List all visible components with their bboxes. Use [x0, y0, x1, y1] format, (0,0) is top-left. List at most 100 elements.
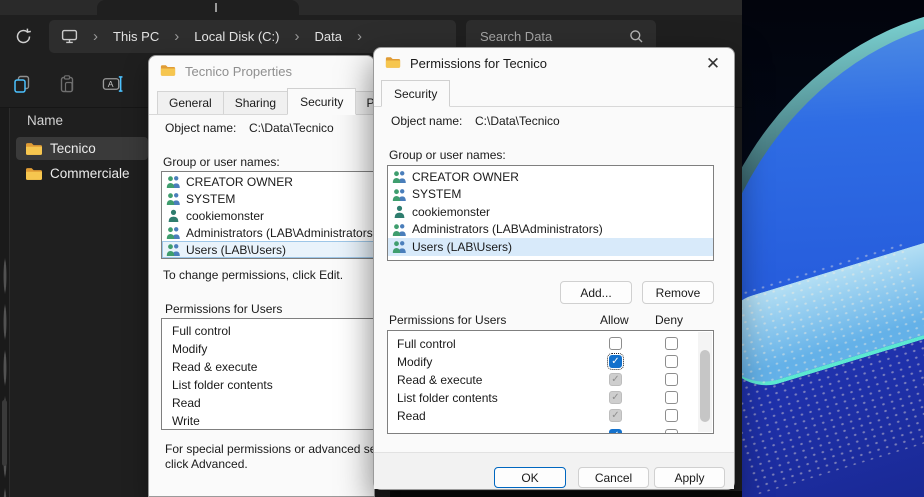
allow-checkbox[interactable]: [609, 391, 622, 404]
allow-checkbox[interactable]: [609, 355, 622, 368]
permission-row-modify[interactable]: Modify: [388, 353, 697, 371]
permissions-dialog-title: Permissions for Tecnico: [410, 56, 547, 71]
folder-row-commerciale[interactable]: Commerciale: [16, 162, 148, 185]
group-icon: [166, 175, 181, 188]
properties-permissions-list[interactable]: Full control Modify Read & execute List …: [161, 318, 375, 430]
group-icon: [392, 188, 407, 201]
user-row-system[interactable]: SYSTEM: [388, 186, 713, 204]
folder-label: Commerciale: [50, 166, 130, 181]
breadcrumb-chevron[interactable]: ›: [294, 29, 299, 44]
tab-security[interactable]: Security: [381, 80, 450, 107]
properties-title-bar[interactable]: Tecnico Properties: [149, 56, 374, 86]
scrollbar-thumb[interactable]: [700, 350, 710, 422]
permission-item[interactable]: Modify: [162, 340, 375, 358]
taskbar-edge: [390, 491, 742, 497]
user-row-cookiemonster[interactable]: cookiemonster: [388, 203, 713, 221]
deny-checkbox[interactable]: [665, 337, 678, 350]
column-header-name[interactable]: Name: [27, 113, 63, 128]
apply-button[interactable]: Apply: [654, 467, 725, 488]
breadcrumb-chevron[interactable]: ›: [93, 29, 98, 44]
group-user-names-label: Group or user names:: [389, 148, 506, 162]
rename-button[interactable]: A: [102, 73, 124, 95]
permission-item[interactable]: Read & execute: [162, 358, 375, 376]
user-row-users-selected[interactable]: Users (LAB\Users): [388, 238, 713, 256]
close-icon[interactable]: ✕: [700, 53, 726, 75]
breadcrumb-chevron[interactable]: ›: [357, 29, 362, 44]
refresh-button[interactable]: [11, 24, 35, 48]
copy-icon: [12, 74, 32, 94]
folder-label: Tecnico: [50, 141, 96, 156]
deny-checkbox[interactable]: [665, 409, 678, 422]
user-row-creator-owner[interactable]: CREATOR OWNER: [162, 173, 375, 190]
allow-checkbox[interactable]: [609, 429, 622, 434]
explorer-tab-strip: [0, 0, 742, 15]
remove-button[interactable]: Remove: [642, 281, 714, 304]
folder-icon: [25, 142, 43, 156]
allow-checkbox[interactable]: [609, 409, 622, 422]
cancel-button[interactable]: Cancel: [578, 467, 649, 488]
group-icon: [166, 192, 181, 205]
object-name-label: Object name:: [391, 114, 462, 128]
user-row-users-selected[interactable]: Users (LAB\Users): [162, 241, 375, 258]
permissions-dialog: Permissions for Tecnico ✕ Security Objec…: [373, 47, 735, 490]
user-row-creator-owner[interactable]: CREATOR OWNER: [388, 168, 713, 186]
nav-scrollbar-thumb[interactable]: [2, 400, 7, 466]
tab-general[interactable]: General: [157, 91, 224, 115]
permissions-user-list[interactable]: CREATOR OWNER SYSTEM cookiemonster Admin…: [387, 165, 714, 261]
user-icon: [392, 205, 407, 218]
permission-name: Read & execute: [397, 373, 482, 387]
permissions-grid[interactable]: Full control Modify Read & execute List …: [387, 330, 714, 434]
breadcrumb-data[interactable]: Data: [314, 29, 341, 44]
permission-row-write-clipped[interactable]: [388, 425, 697, 434]
permissions-for-users-label: Permissions for Users: [389, 313, 506, 327]
user-row-system[interactable]: SYSTEM: [162, 190, 375, 207]
tab-security[interactable]: Security: [287, 88, 356, 115]
paste-icon: [57, 74, 77, 94]
user-name: SYSTEM: [412, 187, 461, 201]
screen: › This PC › Local Disk (C:) › Data › Sea…: [0, 0, 924, 497]
permission-row-read-execute[interactable]: Read & execute: [388, 371, 697, 389]
permissions-title-bar[interactable]: Permissions for Tecnico ✕: [374, 48, 734, 78]
folder-row-tecnico[interactable]: Tecnico: [16, 137, 148, 160]
user-name: Administrators (LAB\Administrators): [186, 226, 375, 240]
deny-checkbox[interactable]: [665, 391, 678, 404]
add-button[interactable]: Add...: [560, 281, 632, 304]
user-row-administrators[interactable]: Administrators (LAB\Administrators): [388, 221, 713, 239]
deny-checkbox[interactable]: [665, 373, 678, 386]
breadcrumb-chevron[interactable]: ›: [174, 29, 179, 44]
permission-row-full-control[interactable]: Full control: [388, 335, 697, 353]
user-row-administrators[interactable]: Administrators (LAB\Administrators): [162, 224, 375, 241]
deny-checkbox[interactable]: [665, 429, 678, 434]
breadcrumb-this-pc[interactable]: This PC: [113, 29, 159, 44]
this-pc-monitor-icon: [61, 29, 78, 44]
explorer-active-tab[interactable]: [97, 0, 299, 15]
navigation-pane-edge: [0, 108, 10, 497]
ok-button[interactable]: OK: [494, 467, 566, 488]
group-icon: [166, 243, 181, 256]
permissions-for-users-label: Permissions for Users: [165, 302, 282, 316]
group-user-names-label: Group or user names:: [163, 155, 280, 169]
copy-button[interactable]: [11, 73, 33, 95]
permission-item[interactable]: Read: [162, 394, 375, 412]
edit-hint: To change permissions, click Edit.: [163, 268, 343, 282]
permission-item[interactable]: List folder contents: [162, 376, 375, 394]
group-icon: [166, 226, 181, 239]
advanced-hint-line2: click Advanced.: [165, 457, 248, 471]
tab-icon-fragment: [215, 3, 217, 12]
allow-checkbox[interactable]: [609, 337, 622, 350]
breadcrumb-local-disk[interactable]: Local Disk (C:): [194, 29, 279, 44]
permission-item[interactable]: Write: [162, 412, 375, 430]
deny-checkbox[interactable]: [665, 355, 678, 368]
permissions-scrollbar[interactable]: [698, 332, 712, 432]
paste-button[interactable]: [56, 73, 78, 95]
user-row-cookiemonster[interactable]: cookiemonster: [162, 207, 375, 224]
permission-row-read[interactable]: Read: [388, 407, 697, 425]
advanced-hint-line1: For special permissions or advanced sett…: [165, 442, 375, 456]
user-name: Users (LAB\Users): [186, 243, 286, 257]
tab-sharing[interactable]: Sharing: [224, 91, 288, 115]
properties-user-list[interactable]: CREATOR OWNER SYSTEM cookiemonster Admin…: [161, 171, 375, 259]
allow-checkbox[interactable]: [609, 373, 622, 386]
folder-icon: [25, 167, 43, 181]
permission-row-list-folder-contents[interactable]: List folder contents: [388, 389, 697, 407]
permission-item[interactable]: Full control: [162, 322, 375, 340]
